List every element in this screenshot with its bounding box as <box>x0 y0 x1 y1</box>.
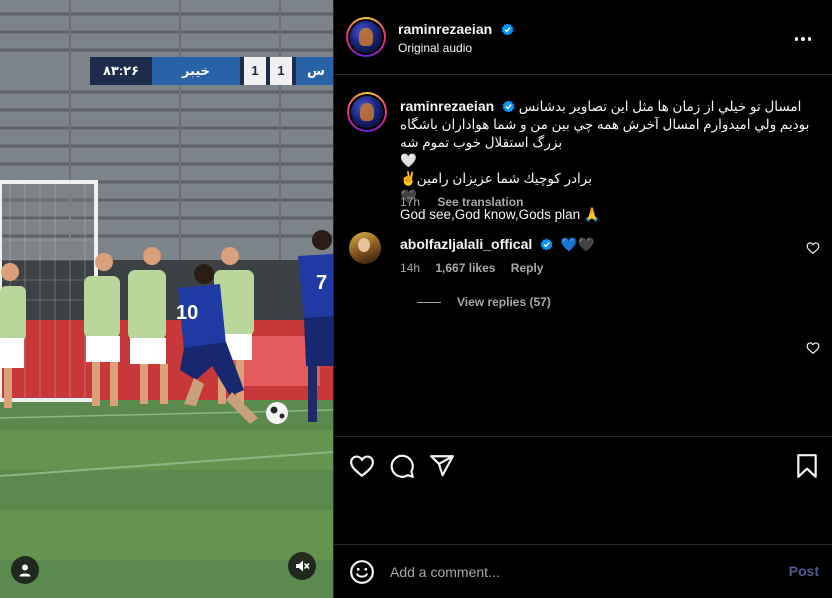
post-comment-button[interactable]: Post <box>789 563 819 579</box>
verified-badge-icon <box>502 100 515 113</box>
add-comment-bar: Post <box>334 544 832 598</box>
caption-line: بوديم ولي اميدوارم امسال آخرش همه چي بين… <box>400 117 810 132</box>
home-team-name: خیبر <box>152 57 240 85</box>
away-score: 1 <box>270 57 292 85</box>
comment-header: abolfazljalali_offical 💙🖤 <box>400 236 594 253</box>
caption-author-avatar[interactable] <box>347 92 387 132</box>
dot-icon <box>807 37 812 41</box>
add-comment-input[interactable] <box>390 561 770 583</box>
commenter-avatar[interactable] <box>349 232 381 264</box>
caption-line: بزرگ استقلال خوب تموم شه🤍 <box>400 135 563 168</box>
scoreboard-overlay: ۸۳:۲۶ خیبر 1 1 س <box>90 57 333 85</box>
verified-badge-icon <box>501 23 513 36</box>
more-options-button[interactable] <box>791 27 815 51</box>
original-audio-link[interactable]: Original audio <box>398 41 472 55</box>
author-username[interactable]: raminrezaeian <box>398 21 492 37</box>
mute-button[interactable] <box>288 552 316 580</box>
dot-icon <box>794 37 799 41</box>
like-heart-icon[interactable] <box>349 453 375 479</box>
emoji-smiley-icon[interactable] <box>349 559 375 585</box>
commenter-username[interactable]: abolfazljalali_offical <box>400 236 532 252</box>
caption-username[interactable]: raminrezaeian <box>400 98 494 114</box>
caption-timestamp: 17h <box>400 195 421 209</box>
away-team-name: س <box>296 57 333 85</box>
view-replies-button[interactable]: View replies (57) <box>417 295 551 309</box>
reel-video[interactable]: 10 7 ۸۳:۲۶ خیبر 1 1 س <box>0 0 333 598</box>
jersey-number-10: 10 <box>176 302 199 324</box>
save-bookmark-icon[interactable] <box>794 453 820 479</box>
comment-like-heart-icon[interactable] <box>806 241 820 255</box>
post-panel: raminrezaeian Original audio raminrezaei… <box>333 0 832 598</box>
caption-like-heart-icon[interactable] <box>806 341 820 355</box>
replies-divider <box>417 301 441 303</box>
author-avatar[interactable] <box>346 17 386 57</box>
person-icon <box>19 564 31 577</box>
speaker-muted-icon <box>296 560 310 572</box>
comment-likes-count[interactable]: 1,667 likes <box>435 261 495 275</box>
action-bar <box>334 436 832 546</box>
comment-bubble-icon[interactable] <box>389 453 415 479</box>
tagged-users-button[interactable] <box>11 556 39 584</box>
jersey-number-7: 7 <box>316 272 328 294</box>
video-frame <box>0 0 333 598</box>
match-clock: ۸۳:۲۶ <box>90 57 152 85</box>
caption-meta: 17h See translation <box>400 195 537 209</box>
comment-text: 💙🖤 <box>560 237 595 252</box>
post-header: raminrezaeian Original audio <box>334 0 832 75</box>
view-replies-label: View replies (57) <box>457 295 551 309</box>
dot-icon <box>801 37 805 41</box>
verified-badge-icon <box>540 238 553 251</box>
comment-meta: 14h 1,667 likes Reply <box>400 261 555 275</box>
comment-timestamp: 14h <box>400 261 421 275</box>
home-score: 1 <box>244 57 266 85</box>
caption-line: امسال تو خيلي از زمان ها مثل اين تصاوير … <box>518 99 802 114</box>
share-paper-plane-icon[interactable] <box>429 453 455 479</box>
see-translation-button[interactable]: See translation <box>437 195 523 209</box>
reply-button[interactable]: Reply <box>511 261 544 275</box>
